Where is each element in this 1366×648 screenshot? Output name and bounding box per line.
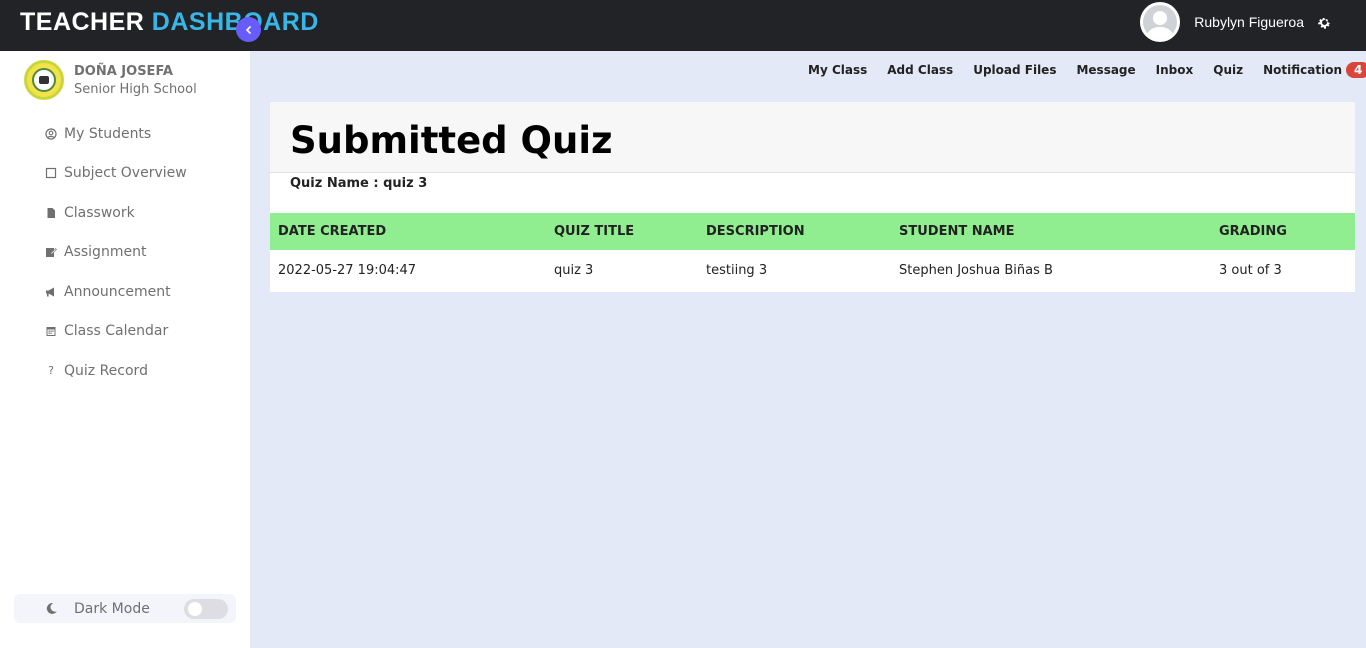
calendar-icon bbox=[44, 324, 58, 338]
page-title: Submitted Quiz bbox=[290, 119, 613, 162]
sidebar-item-label: Subject Overview bbox=[64, 165, 187, 182]
nav-link-inbox[interactable]: Inbox bbox=[1156, 63, 1194, 77]
cell-date-created: 2022-05-27 19:04:47 bbox=[278, 262, 417, 278]
submissions-table: DATE CREATED QUIZ TITLE DESCRIPTION STUD… bbox=[270, 213, 1355, 290]
question-icon: ? bbox=[48, 364, 54, 378]
chevron-left-icon bbox=[244, 25, 254, 35]
column-header-quiz-title: QUIZ TITLE bbox=[546, 213, 698, 250]
dark-mode-toggle[interactable] bbox=[184, 599, 228, 619]
column-header-description: DESCRIPTION bbox=[698, 213, 891, 250]
dark-mode-label: Dark Mode bbox=[74, 600, 150, 617]
sidebar-item-label: Assignment bbox=[64, 244, 147, 261]
sidebar-item-quiz-record[interactable]: ? Quiz Record bbox=[44, 351, 187, 391]
nav-link-quiz[interactable]: Quiz bbox=[1213, 63, 1243, 77]
top-nav: My Class Add Class Upload Files Message … bbox=[808, 60, 1366, 80]
sidebar-nav: My Students Subject Overview Classwork A… bbox=[44, 114, 187, 391]
app-title-part1: TEACHER bbox=[20, 8, 145, 36]
app-title: TEACHER DASHBOARD bbox=[20, 8, 319, 37]
sidebar-item-label: My Students bbox=[64, 125, 152, 142]
sidebar-collapse-button[interactable] bbox=[236, 17, 261, 42]
sidebar-item-label: Class Calendar bbox=[64, 323, 169, 340]
nav-link-upload-files[interactable]: Upload Files bbox=[973, 63, 1056, 77]
column-header-date-created: DATE CREATED bbox=[270, 213, 546, 250]
submitted-quiz-card: Submitted Quiz Quiz Name : quiz 3 DATE C… bbox=[270, 102, 1355, 292]
user-circle-icon bbox=[44, 127, 58, 141]
column-header-student-name: STUDENT NAME bbox=[891, 213, 1211, 250]
username[interactable]: Rubylyn Figueroa bbox=[1194, 14, 1304, 30]
gear-icon[interactable] bbox=[1316, 14, 1332, 30]
cell-student-name: Stephen Joshua Biñas B bbox=[899, 262, 1053, 278]
cell-description: testiing 3 bbox=[706, 262, 768, 278]
school-name-line2: Senior High School bbox=[74, 82, 197, 97]
nav-link-message[interactable]: Message bbox=[1076, 63, 1135, 77]
moon-icon bbox=[44, 602, 58, 616]
nav-link-notification[interactable]: Notification bbox=[1263, 63, 1342, 77]
nav-link-add-class[interactable]: Add Class bbox=[887, 63, 953, 77]
sidebar-item-label: Announcement bbox=[64, 283, 171, 300]
file-icon bbox=[44, 206, 58, 220]
sidebar-item-announcement[interactable]: Announcement bbox=[44, 272, 187, 312]
cell-quiz-title: quiz 3 bbox=[554, 262, 594, 278]
table-row: 2022-05-27 19:04:47 quiz 3 testiing 3 St… bbox=[270, 250, 1355, 290]
sidebar-item-my-students[interactable]: My Students bbox=[44, 114, 187, 154]
school-name-line1: DOÑA JOSEFA bbox=[74, 64, 173, 79]
avatar[interactable] bbox=[1140, 2, 1181, 42]
sidebar-item-label: Classwork bbox=[64, 204, 135, 221]
sidebar-item-label: Quiz Record bbox=[64, 362, 148, 379]
table-header-row: DATE CREATED QUIZ TITLE DESCRIPTION STUD… bbox=[270, 213, 1355, 250]
quiz-name: Quiz Name : quiz 3 bbox=[290, 176, 428, 191]
avatar-placeholder-icon bbox=[1143, 5, 1178, 39]
edit-icon bbox=[44, 245, 58, 259]
sidebar-item-class-calendar[interactable]: Class Calendar bbox=[44, 312, 187, 352]
notification-badge: 4 bbox=[1346, 62, 1366, 78]
cell-grading: 3 out of 3 bbox=[1219, 262, 1282, 278]
megaphone-icon bbox=[44, 285, 58, 299]
school-name: DOÑA JOSEFA Senior High School bbox=[74, 63, 197, 99]
user-area: Rubylyn Figueroa bbox=[1140, 0, 1332, 44]
sidebar-item-classwork[interactable]: Classwork bbox=[44, 193, 187, 233]
dark-mode-row: Dark Mode bbox=[14, 594, 236, 623]
column-header-grading: GRADING bbox=[1211, 213, 1355, 250]
book-icon bbox=[44, 166, 58, 180]
top-header: TEACHER DASHBOARD Rubylyn Figueroa bbox=[0, 0, 1366, 51]
sidebar: DOÑA JOSEFA Senior High School My Studen… bbox=[0, 51, 250, 648]
sidebar-item-subject-overview[interactable]: Subject Overview bbox=[44, 154, 187, 194]
nav-link-my-class[interactable]: My Class bbox=[808, 63, 867, 77]
sidebar-item-assignment[interactable]: Assignment bbox=[44, 233, 187, 273]
school-logo bbox=[24, 60, 64, 100]
